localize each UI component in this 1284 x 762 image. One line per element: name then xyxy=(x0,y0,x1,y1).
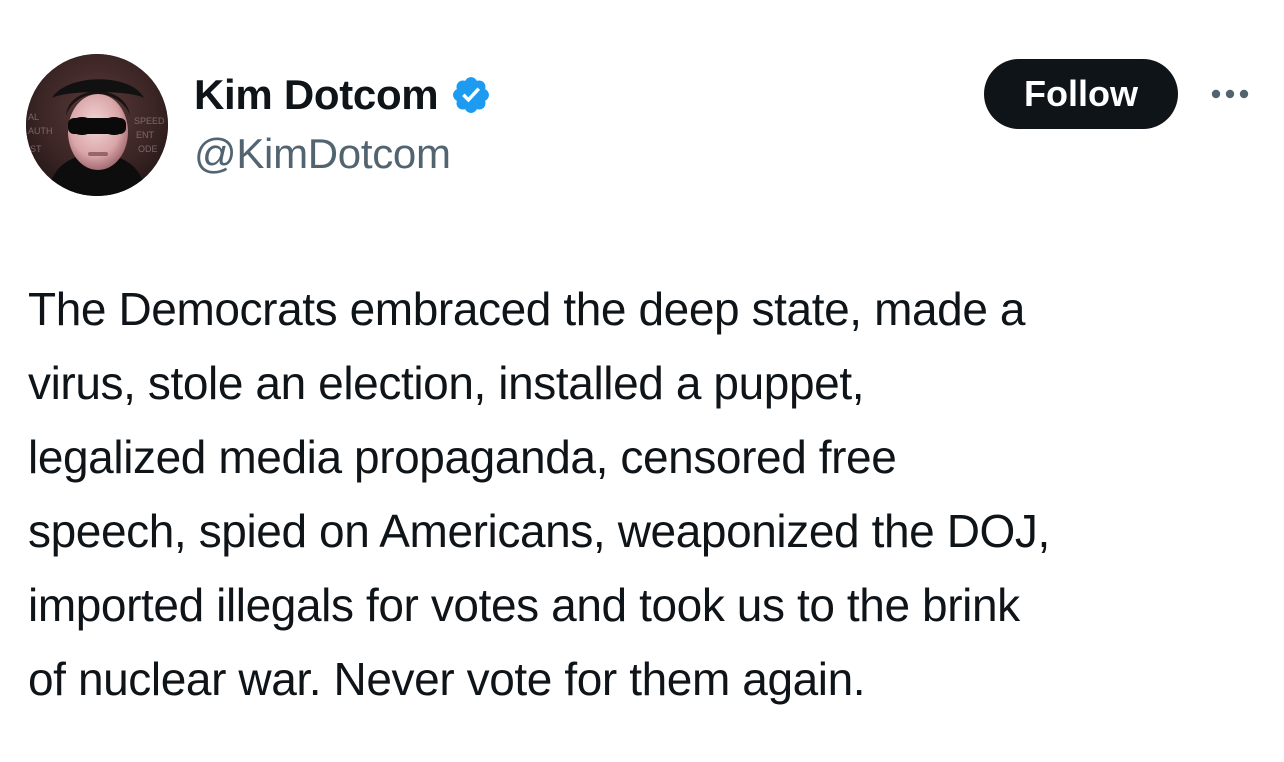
tweet-text: The Democrats embraced the deep state, m… xyxy=(28,283,1050,705)
follow-button[interactable]: Follow xyxy=(984,59,1178,129)
avatar-photo: AL AUTH SPEED ENT ODE ST xyxy=(26,54,168,196)
svg-text:ST: ST xyxy=(30,144,42,154)
avatar[interactable]: AL AUTH SPEED ENT ODE ST xyxy=(26,54,168,196)
more-horizontal-icon[interactable] xyxy=(1208,82,1252,106)
svg-text:ODE: ODE xyxy=(138,144,158,154)
svg-text:ENT: ENT xyxy=(136,130,155,140)
author-display-name[interactable]: Kim Dotcom xyxy=(194,70,439,120)
svg-text:AL: AL xyxy=(28,112,39,122)
svg-text:SPEED: SPEED xyxy=(134,116,165,126)
author-name-row: Kim Dotcom xyxy=(194,70,492,120)
svg-text:AUTH: AUTH xyxy=(28,126,53,136)
author-handle[interactable]: @KimDotcom xyxy=(194,128,451,180)
verified-badge-icon xyxy=(450,74,492,116)
tweet-card: AL AUTH SPEED ENT ODE ST Kim Dotcom @Kim… xyxy=(0,0,1284,762)
